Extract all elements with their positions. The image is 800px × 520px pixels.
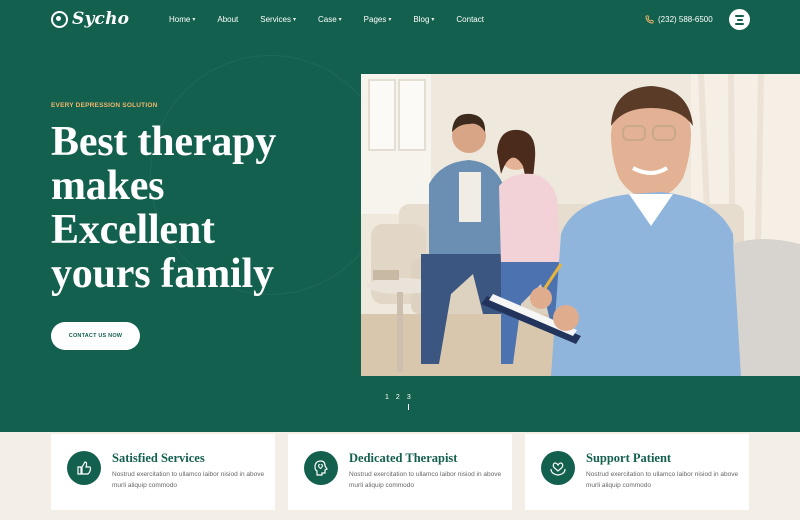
feature-title: Dedicated Therapist xyxy=(349,451,458,465)
headline-line: Best therapy xyxy=(51,119,277,165)
feature-card-satisfied-services: Satisfied Services Nostrud exercitation … xyxy=(51,434,275,510)
nav-label: Contact xyxy=(456,15,484,24)
hamburger-icon-bar xyxy=(735,14,744,17)
logo-text: Sycho xyxy=(72,9,130,29)
nav-label: Home xyxy=(169,15,191,24)
headline-line: Excellent xyxy=(51,207,215,253)
hamburger-icon-bar xyxy=(736,18,743,21)
chevron-down-icon: ▾ xyxy=(192,17,196,23)
thumbs-up-icon xyxy=(67,451,101,485)
chevron-down-icon: ▾ xyxy=(431,17,435,23)
feature-text: Nostrud exercitation to ullamco laibor n… xyxy=(349,471,502,489)
hero-headline: Best therapy makes Excellent yours famil… xyxy=(51,120,351,296)
phone-number: (232) 588-6500 xyxy=(658,15,713,24)
hero-section: Sycho Home ▾ About Services ▾ Case ▾ Pages ▾… xyxy=(0,0,800,432)
headline-line: makes xyxy=(51,163,165,209)
nav-item-pages[interactable]: Pages ▾ xyxy=(364,15,392,24)
hero-tagline: EVERY DEPRESSION SOLUTION xyxy=(51,102,158,109)
slide-3-button[interactable]: 3 xyxy=(407,394,411,410)
feature-card-dedicated-therapist: Dedicated Therapist Nostrud exercitation… xyxy=(288,434,512,510)
slide-2-button[interactable]: 2 xyxy=(396,394,400,401)
nav-item-home[interactable]: Home ▾ xyxy=(169,15,195,24)
main-nav: Home ▾ About Services ▾ Case ▾ Pages ▾ Blog ▾… xyxy=(169,15,506,24)
feature-text: Nostrud exercitation to ullamco laibor n… xyxy=(586,471,739,489)
phone-contact[interactable]: (232) 588-6500 xyxy=(645,15,713,24)
nav-item-about[interactable]: About xyxy=(217,15,238,24)
logo-icon xyxy=(51,10,68,28)
logo[interactable]: Sycho xyxy=(51,9,129,29)
site-header: Sycho Home ▾ About Services ▾ Case ▾ Pages ▾… xyxy=(0,0,800,40)
nav-label: Services xyxy=(260,15,291,24)
headline-line: yours family xyxy=(51,251,274,297)
phone-icon xyxy=(645,15,654,24)
feature-title: Support Patient xyxy=(586,451,672,465)
nav-label: Blog xyxy=(413,15,430,24)
chevron-down-icon: ▾ xyxy=(388,17,392,23)
nav-item-contact[interactable]: Contact xyxy=(456,15,484,24)
feature-text: Nostrud exercitation to ullamco laibor n… xyxy=(112,471,265,489)
nav-item-blog[interactable]: Blog ▾ xyxy=(413,15,434,24)
hero-image xyxy=(361,74,800,376)
brain-heart-icon xyxy=(304,451,338,485)
slider-pagination: 1 2 3 xyxy=(385,394,411,410)
nav-label: Pages xyxy=(363,15,387,24)
nav-label: Case xyxy=(317,15,337,24)
chevron-down-icon: ▾ xyxy=(338,17,342,23)
heart-hands-icon xyxy=(541,451,575,485)
nav-label: About xyxy=(217,15,239,24)
chevron-down-icon: ▾ xyxy=(292,17,296,23)
feature-card-support-patient: Support Patient Nostrud exercitation to … xyxy=(525,434,749,510)
hamburger-icon-bar xyxy=(735,22,744,25)
nav-item-services[interactable]: Services ▾ xyxy=(260,15,296,24)
contact-us-button[interactable]: CONTACT US NOW xyxy=(51,322,140,350)
feature-title: Satisfied Services xyxy=(112,451,205,465)
hamburger-menu-button[interactable] xyxy=(729,9,750,30)
therapy-scene-illustration xyxy=(361,74,800,376)
nav-item-case[interactable]: Case ▾ xyxy=(318,15,342,24)
slide-1-button[interactable]: 1 xyxy=(385,394,389,401)
